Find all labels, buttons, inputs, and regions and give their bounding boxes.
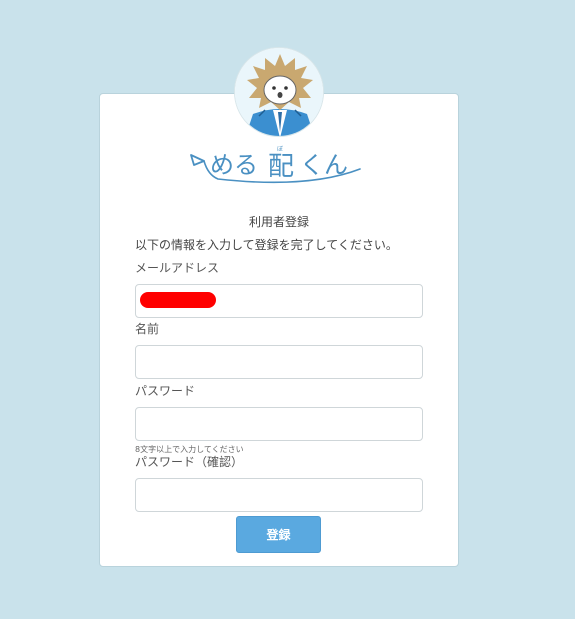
- form-description: 以下の情報を入力して登録を完了してください。: [135, 238, 398, 252]
- password-confirm-field[interactable]: [135, 478, 423, 512]
- svg-text:ぼ: ぼ: [277, 146, 283, 153]
- name-field[interactable]: [135, 345, 423, 379]
- email-label: メールアドレス: [135, 261, 220, 275]
- register-button[interactable]: 登録: [236, 516, 321, 553]
- svg-text:める: める: [210, 151, 258, 179]
- mascot-avatar: [234, 47, 324, 137]
- svg-text:配: 配: [268, 152, 294, 182]
- password-field[interactable]: [135, 407, 423, 441]
- merubo-logo: める 配 くん ぼ: [188, 143, 370, 189]
- name-label: 名前: [135, 322, 160, 336]
- svg-text:くん: くん: [300, 151, 348, 179]
- email-redaction-mark: [140, 292, 216, 308]
- form-heading: 利用者登録: [248, 215, 309, 229]
- password-label: パスワード: [135, 384, 196, 398]
- password-confirm-label: パスワード（確認）: [135, 455, 244, 469]
